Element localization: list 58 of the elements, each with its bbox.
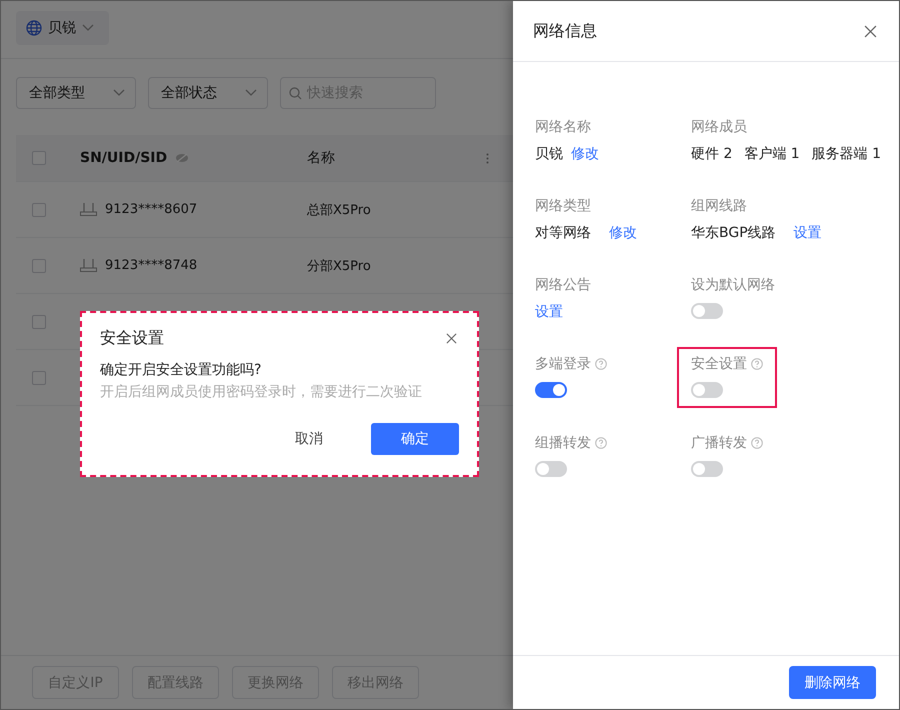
checkbox[interactable] <box>32 202 46 216</box>
field-value: 对等网络 <box>535 224 591 242</box>
globe-icon <box>26 20 42 36</box>
eye-off-icon <box>175 153 190 163</box>
dialog-description: 开启后组网成员使用密码登录时，需要进行二次验证 <box>100 383 423 401</box>
toggle-switch[interactable] <box>691 382 723 398</box>
delete-network-button[interactable]: 删除网络 <box>789 666 876 699</box>
edit-link[interactable]: 设置 <box>794 224 822 242</box>
checkbox[interactable] <box>32 370 46 384</box>
close-button[interactable] <box>444 330 459 346</box>
chevron-down-icon <box>245 89 257 97</box>
field-label: 安全设置 <box>691 355 747 373</box>
toggle-switch[interactable] <box>691 303 723 319</box>
edit-link[interactable]: 修改 <box>609 224 637 242</box>
field-value: 贝锐 <box>535 145 563 163</box>
column-header: SN/UID/SID <box>80 150 168 166</box>
field-value: 华东BGP线路 <box>691 224 776 242</box>
checkbox[interactable] <box>32 151 46 165</box>
table-cell: 9123****8607 <box>105 202 198 217</box>
field-label: 多端登录 <box>535 355 591 373</box>
cancel-button[interactable]: 取消 <box>265 423 353 455</box>
checkbox[interactable] <box>32 258 46 272</box>
close-icon <box>446 332 457 344</box>
table-cell-text: 总部X5Pro <box>307 202 371 218</box>
confirm-button[interactable]: 确定 <box>371 423 459 455</box>
filter-select[interactable]: 全部类型 <box>16 77 136 109</box>
network-selector[interactable]: 贝锐 <box>16 11 109 45</box>
close-icon <box>864 24 877 38</box>
dialog-title: 安全设置 <box>100 328 164 348</box>
checkbox[interactable] <box>32 314 46 328</box>
table-cell: 9123****8748 <box>105 258 198 273</box>
settings-link[interactable]: 设置 <box>535 303 563 321</box>
field-label: 组网线路 <box>691 197 747 215</box>
search-icon <box>289 87 302 100</box>
table-cell-text: 分部X5Pro <box>307 258 371 274</box>
toggle-switch[interactable] <box>535 382 567 398</box>
chevron-down-icon <box>82 24 94 32</box>
chevron-down-icon <box>113 89 125 97</box>
field-label: 组播转发 <box>535 434 591 452</box>
edit-link[interactable]: 修改 <box>571 145 599 163</box>
drawer-title: 网络信息 <box>533 20 597 42</box>
toggle-switch[interactable] <box>535 461 567 477</box>
field-label: 网络公告 <box>535 276 591 294</box>
toggle-switch[interactable] <box>691 461 723 477</box>
dialog-question: 确定开启安全设置功能吗? <box>100 361 262 379</box>
filter-select[interactable]: 全部状态 <box>148 77 268 109</box>
field-label: 网络类型 <box>535 197 591 215</box>
field-label: 广播转发 <box>691 434 747 452</box>
field-label: 设为默认网络 <box>691 276 775 294</box>
column-header: 名称 <box>307 149 335 167</box>
field-label: 网络成员 <box>691 118 747 136</box>
member-count: 服务器端 1 <box>812 145 882 163</box>
member-count: 硬件 2 <box>691 145 732 163</box>
more-icon <box>486 152 489 164</box>
router-icon <box>80 203 97 216</box>
router-icon <box>80 259 97 272</box>
field-label: 网络名称 <box>535 118 591 136</box>
member-count: 客户端 1 <box>744 145 800 163</box>
